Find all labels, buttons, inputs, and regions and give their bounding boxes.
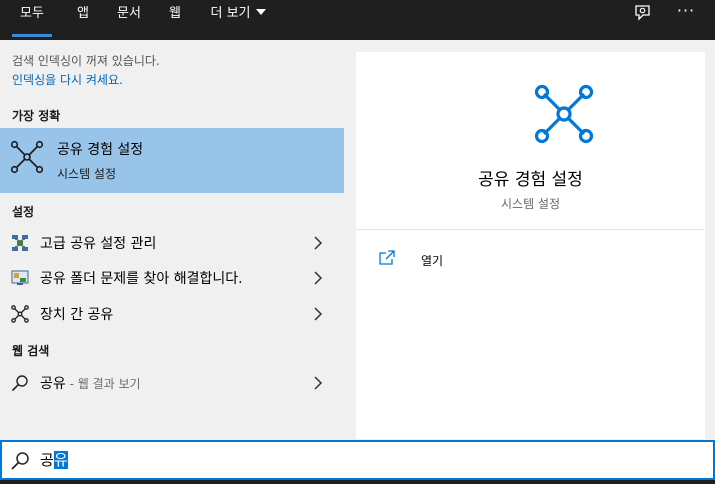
web-result-suffix: - 웹 결과 보기 — [65, 377, 141, 391]
chevron-right-icon — [314, 376, 323, 390]
troubleshoot-folder-icon — [11, 270, 29, 285]
settings-header: 설정 — [12, 205, 35, 219]
search-filter-bar: 모두 앱 문서 웹 더 보기 ··· — [0, 0, 715, 40]
preview-title: 공유 경험 설정 — [478, 170, 583, 190]
preview-card: 공유 경험 설정 시스템 설정 열기 — [356, 52, 705, 439]
settings-item-label: 고급 공유 설정 관리 — [40, 236, 157, 252]
taskbar-edge — [0, 480, 715, 484]
best-match-header: 가장 정확 — [12, 109, 61, 123]
best-match-subtitle: 시스템 설정 — [57, 167, 117, 181]
feedback-button[interactable] — [628, 2, 656, 26]
tab-all[interactable]: 모두 — [12, 0, 52, 40]
divider — [356, 229, 705, 230]
shared-experiences-icon — [11, 305, 29, 323]
best-match-title: 공유 경험 설정 — [57, 142, 144, 158]
settings-item-troubleshoot-folders[interactable]: 공유 폴더 문제를 찾아 해결합니다. — [0, 261, 344, 295]
settings-item-label: 공유 폴더 문제를 찾아 해결합니다. — [40, 271, 243, 287]
search-input[interactable]: 공유 — [0, 440, 715, 480]
chevron-right-icon — [314, 236, 323, 250]
settings-item-advanced-sharing[interactable]: 고급 공유 설정 관리 — [0, 226, 344, 260]
search-icon — [11, 375, 28, 392]
open-label: 열기 — [421, 254, 444, 268]
search-query: 공유 — [40, 451, 68, 469]
open-icon — [379, 250, 395, 265]
settings-item-cross-device-sharing[interactable]: 장치 간 공유 — [0, 297, 344, 331]
chevron-right-icon — [314, 307, 323, 321]
settings-item-label: 장치 간 공유 — [40, 307, 114, 323]
chevron-right-icon — [314, 271, 323, 285]
best-match-result[interactable]: 공유 경험 설정 시스템 설정 — [0, 128, 344, 193]
open-button[interactable]: 열기 — [378, 250, 498, 272]
search-window: 모두 앱 문서 웹 더 보기 ··· 검색 인덱싱이 꺼져 있습니다. 인덱싱을… — [0, 0, 715, 484]
shared-experiences-icon — [534, 84, 594, 144]
results-panel: 검색 인덱싱이 꺼져 있습니다. 인덱싱을 다시 켜세요. 가장 정확 공유 경… — [0, 40, 344, 440]
shared-experiences-icon — [10, 140, 44, 174]
tab-documents[interactable]: 문서 — [112, 0, 146, 40]
preview-subtitle: 시스템 설정 — [500, 197, 560, 211]
search-icon — [11, 452, 29, 470]
web-result-label: 공유 - 웹 결과 보기 — [40, 376, 141, 392]
turn-on-indexing-link[interactable]: 인덱싱을 다시 켜세요. — [12, 71, 160, 90]
indexing-notice: 검색 인덱싱이 꺼져 있습니다. 인덱싱을 다시 켜세요. — [12, 52, 160, 90]
web-search-result[interactable]: 공유 - 웹 결과 보기 — [0, 366, 344, 400]
selected-text: 유 — [53, 451, 68, 469]
tab-apps[interactable]: 앱 — [70, 0, 96, 40]
caret-down-icon — [255, 9, 266, 15]
web-search-header: 웹 검색 — [12, 344, 50, 358]
preview-panel: 공유 경험 설정 시스템 설정 열기 — [344, 40, 715, 440]
tab-web[interactable]: 웹 — [164, 0, 186, 40]
network-sharing-icon — [12, 235, 28, 251]
indexing-off-text: 검색 인덱싱이 꺼져 있습니다. — [12, 54, 160, 68]
tab-more-dropdown[interactable]: 더 보기 — [204, 0, 272, 40]
more-options-button[interactable]: ··· — [671, 0, 701, 26]
feedback-icon — [635, 5, 650, 21]
